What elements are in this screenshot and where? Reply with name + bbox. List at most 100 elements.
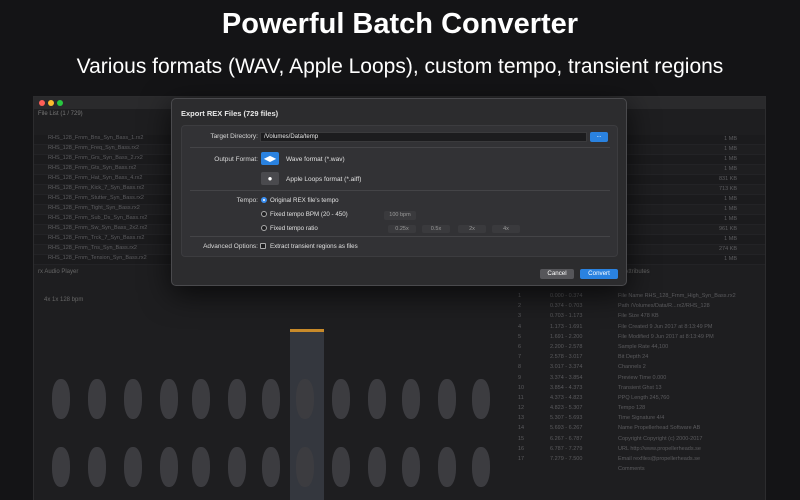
ratio-0-5x-button[interactable]: 0.5x bbox=[422, 225, 450, 233]
slice-row[interactable]: 8 3.017 - 3.374 bbox=[518, 364, 616, 374]
file-size: 831 KB bbox=[718, 176, 737, 182]
slice-row[interactable]: 3 0.703 - 1.173 bbox=[518, 313, 616, 323]
slice-row[interactable]: 9 3.374 - 3.854 bbox=[518, 375, 616, 385]
waveform-blob bbox=[296, 379, 314, 419]
file-name: RHS_128_Frnm_Tight_Syn_Bass.rx2 bbox=[48, 205, 140, 211]
slice-number: 11 bbox=[518, 394, 524, 401]
apple-loops-format-button[interactable]: ● bbox=[261, 172, 279, 185]
slice-row[interactable]: 12 4.823 - 5.307 bbox=[518, 405, 616, 415]
file-size: 1 MB bbox=[724, 196, 737, 202]
slice-time: 4.823 - 5.307 bbox=[550, 405, 583, 412]
tempo-fixed-bpm-radio[interactable] bbox=[261, 211, 267, 217]
transport-readout: 4x 1x 128 bpm bbox=[44, 297, 84, 303]
waveform-blob bbox=[296, 447, 314, 487]
file-size: 713 KB bbox=[718, 186, 737, 192]
slice-time: 4.373 - 4.823 bbox=[550, 394, 583, 401]
zoom-window-button[interactable] bbox=[57, 100, 63, 106]
tempo-label: Tempo: bbox=[236, 197, 258, 204]
info-row: URL http://www.propellerheads.se bbox=[618, 445, 701, 452]
waveform-blob bbox=[402, 447, 420, 487]
slice-number: 13 bbox=[518, 415, 525, 422]
slice-time: 0.000 - 0.374 bbox=[550, 293, 583, 299]
info-row: Preview Time 0.000 bbox=[618, 374, 667, 381]
wave-format-button[interactable]: ◀▶ bbox=[261, 152, 279, 165]
file-name: RHS_128_Frnm_Sub_Ds_Syn_Bass.rx2 bbox=[48, 215, 148, 221]
slice-row[interactable]: 10 3.854 - 4.373 bbox=[518, 385, 616, 395]
info-row: Bit Depth 24 bbox=[618, 354, 649, 361]
waveform-display[interactable] bbox=[42, 329, 512, 500]
divider bbox=[190, 190, 610, 191]
slice-number: 14 bbox=[518, 425, 525, 432]
browse-directory-button[interactable]: ... bbox=[590, 132, 608, 142]
file-name: RHS_128_Frnm_Bns_Syn_Bass_1.rx2 bbox=[48, 135, 144, 141]
file-name: RHS_128_Frnm_Grs_Syn_Bass_2.rx2 bbox=[48, 155, 143, 161]
slice-time: 7.279 - 7.500 bbox=[550, 456, 583, 462]
ratio-2x-button[interactable]: 2x bbox=[458, 225, 486, 233]
slice-time: 2.200 - 2.578 bbox=[550, 343, 583, 350]
slice-row[interactable]: 1 0.000 - 0.374 bbox=[518, 293, 616, 303]
extract-transients-checkbox[interactable] bbox=[260, 243, 266, 249]
slice-time: 0.703 - 1.173 bbox=[550, 313, 583, 320]
close-window-button[interactable] bbox=[39, 100, 45, 106]
slice-row[interactable]: 14 5.693 - 6.267 bbox=[518, 425, 616, 435]
waveform-blob bbox=[332, 379, 350, 419]
file-name: RHS_128_Frnm_Gts_Syn_Bass.rx2 bbox=[48, 165, 137, 171]
waveform-blob bbox=[160, 379, 178, 419]
file-size: 961 KB bbox=[718, 226, 737, 232]
ratio-4x-button[interactable]: 4x bbox=[492, 225, 520, 233]
waveform-blob bbox=[192, 447, 210, 487]
waveform-blob bbox=[262, 447, 280, 487]
file-info-list: File Name RHS_128_Frnm_High_Syn_Bass.rx2… bbox=[618, 293, 764, 476]
slice-row[interactable]: 7 2.578 - 3.017 bbox=[518, 354, 616, 364]
export-dialog: Export REX Files (729 files) Target Dire… bbox=[171, 98, 627, 286]
file-size: 1 MB bbox=[724, 146, 737, 152]
tempo-fixed-bpm-label: Fixed tempo BPM (20 - 450) bbox=[270, 211, 348, 218]
waveform-blob bbox=[472, 447, 490, 487]
apple-icon: ● bbox=[267, 174, 273, 183]
marketing-subhead: Various formats (WAV, Apple Loops), cust… bbox=[76, 55, 724, 78]
slice-row[interactable]: 4 1.173 - 1.691 bbox=[518, 324, 616, 334]
file-name: RHS_128_Frnm_Freq_Syn_Bass.rx2 bbox=[48, 145, 140, 151]
slice-row[interactable]: 13 5.307 - 5.693 bbox=[518, 415, 616, 425]
waveform-blob bbox=[192, 379, 210, 419]
ratio-0-25x-button[interactable]: 0.25x bbox=[388, 225, 416, 233]
file-name: RHS_128_Frnm_Sw_Syn_Bass_2x2.rx2 bbox=[48, 225, 148, 231]
waveform-blob bbox=[228, 447, 246, 487]
slice-row[interactable]: 11 4.373 - 4.823 bbox=[518, 395, 616, 405]
info-row: Sample Rate 44,100 bbox=[618, 343, 669, 350]
file-size: 1 MB bbox=[724, 136, 737, 142]
convert-button[interactable]: Convert bbox=[580, 269, 618, 279]
waveform-blob bbox=[472, 379, 490, 419]
slice-number: 1 bbox=[518, 293, 522, 299]
slice-row[interactable]: 17 7.279 - 7.500 bbox=[518, 456, 616, 466]
cancel-button[interactable]: Cancel bbox=[540, 269, 574, 279]
file-size: 1 MB bbox=[724, 216, 737, 222]
slice-row[interactable]: 2 0.374 - 0.703 bbox=[518, 303, 616, 313]
bpm-input[interactable]: 100 bpm bbox=[384, 211, 416, 220]
apple-loops-format-label: Apple Loops format (*.aiff) bbox=[286, 176, 362, 183]
slice-row[interactable]: 15 6.267 - 6.787 bbox=[518, 436, 616, 446]
slice-number: 9 bbox=[518, 374, 522, 381]
file-size: 1 MB bbox=[724, 256, 737, 262]
info-row: Email rexfiles@propellerheads.se bbox=[618, 456, 701, 462]
target-directory-field[interactable]: /Volumes/Data/temp bbox=[260, 132, 587, 142]
info-row: File Name RHS_128_Frnm_High_Syn_Bass.rx2 bbox=[618, 293, 736, 299]
info-row: Path /Volumes/Data/R...rx2/RHS_128 bbox=[618, 303, 710, 310]
waveform-blob bbox=[368, 447, 386, 487]
slice-list: 1 0.000 - 0.374 2 0.374 - 0.703 3 0.703 - 1.1… bbox=[518, 293, 616, 466]
dialog-title: Export REX Files (729 files) bbox=[181, 109, 279, 118]
slice-time: 0.374 - 0.703 bbox=[550, 303, 583, 310]
tempo-ratio-label: Fixed tempo ratio bbox=[270, 225, 318, 232]
slice-time: 1.691 - 2.200 bbox=[550, 333, 583, 340]
file-size: 1 MB bbox=[724, 156, 737, 162]
slice-time: 3.374 - 3.854 bbox=[550, 374, 583, 381]
tempo-original-radio[interactable] bbox=[261, 197, 267, 203]
slice-row[interactable]: 6 2.200 - 2.578 bbox=[518, 344, 616, 354]
slice-time: 3.854 - 4.373 bbox=[550, 384, 583, 391]
tempo-ratio-radio[interactable] bbox=[261, 225, 267, 231]
slice-row[interactable]: 5 1.691 - 2.200 bbox=[518, 334, 616, 344]
minimize-window-button[interactable] bbox=[48, 100, 54, 106]
info-row: File Modified 9 Jun 2017 at 8:13:49 PM bbox=[618, 333, 714, 340]
info-row: Tempo 128 bbox=[618, 405, 646, 412]
slice-row[interactable]: 16 6.787 - 7.279 bbox=[518, 446, 616, 456]
